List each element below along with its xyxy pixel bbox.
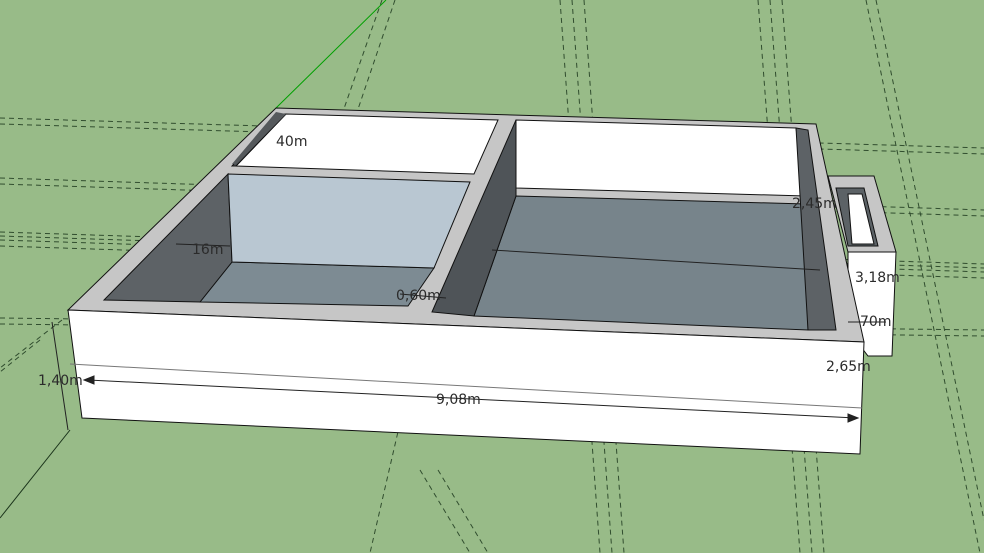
modeling-viewport[interactable]: 40m 16m 0,60m 2,45m 3,18m 70m 1,40m 9,08… — [0, 0, 984, 553]
room-right-floor — [473, 195, 809, 331]
room-left-back-wall — [227, 173, 471, 269]
room-left-floor — [198, 261, 435, 307]
room-top-left[interactable] — [230, 112, 499, 175]
3d-model-scene[interactable] — [0, 0, 984, 553]
room-right-back-wall — [515, 119, 807, 197]
